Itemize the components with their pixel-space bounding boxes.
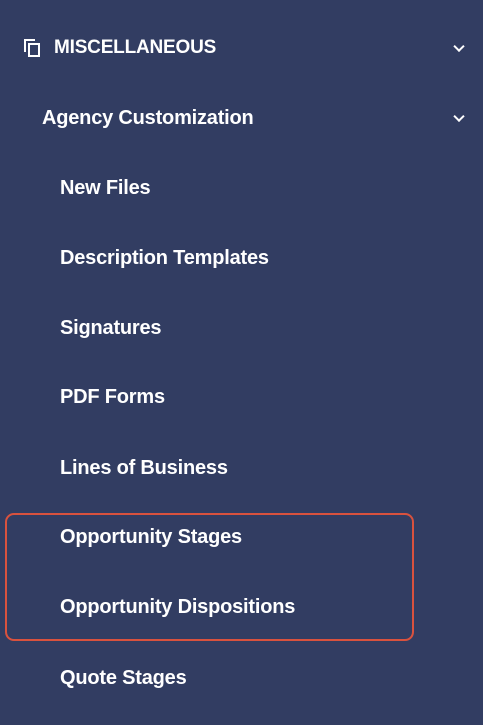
menu-item-label: Quote Stages [60,666,187,689]
menu-section-miscellaneous[interactable]: MISCELLANEOUS [0,28,483,68]
menu-item-label: New Files [60,176,151,199]
highlight-box [5,513,414,641]
sidebar-nav: MISCELLANEOUS Agency Customization New F… [0,0,483,725]
menu-item-label: Description Templates [60,246,269,269]
menu-item-description-templates[interactable]: Description Templates [0,238,483,278]
menu-item-quote-stages[interactable]: Quote Stages [0,658,483,698]
menu-subsection-label: Agency Customization [42,106,254,129]
menu-subsection-agency-customization[interactable]: Agency Customization [0,98,483,138]
chevron-down-icon[interactable] [453,40,465,53]
menu-item-label: Signatures [60,316,162,339]
menu-item-lines-of-business[interactable]: Lines of Business [0,448,483,488]
menu-item-signatures[interactable]: Signatures [0,308,483,348]
menu-item-label: Lines of Business [60,456,228,479]
copy-icon [24,39,40,57]
menu-section-label: MISCELLANEOUS [54,37,217,58]
chevron-down-icon[interactable] [453,110,465,123]
menu-item-new-files[interactable]: New Files [0,168,483,208]
menu-item-pdf-forms[interactable]: PDF Forms [0,377,483,417]
menu-item-label: PDF Forms [60,385,165,408]
